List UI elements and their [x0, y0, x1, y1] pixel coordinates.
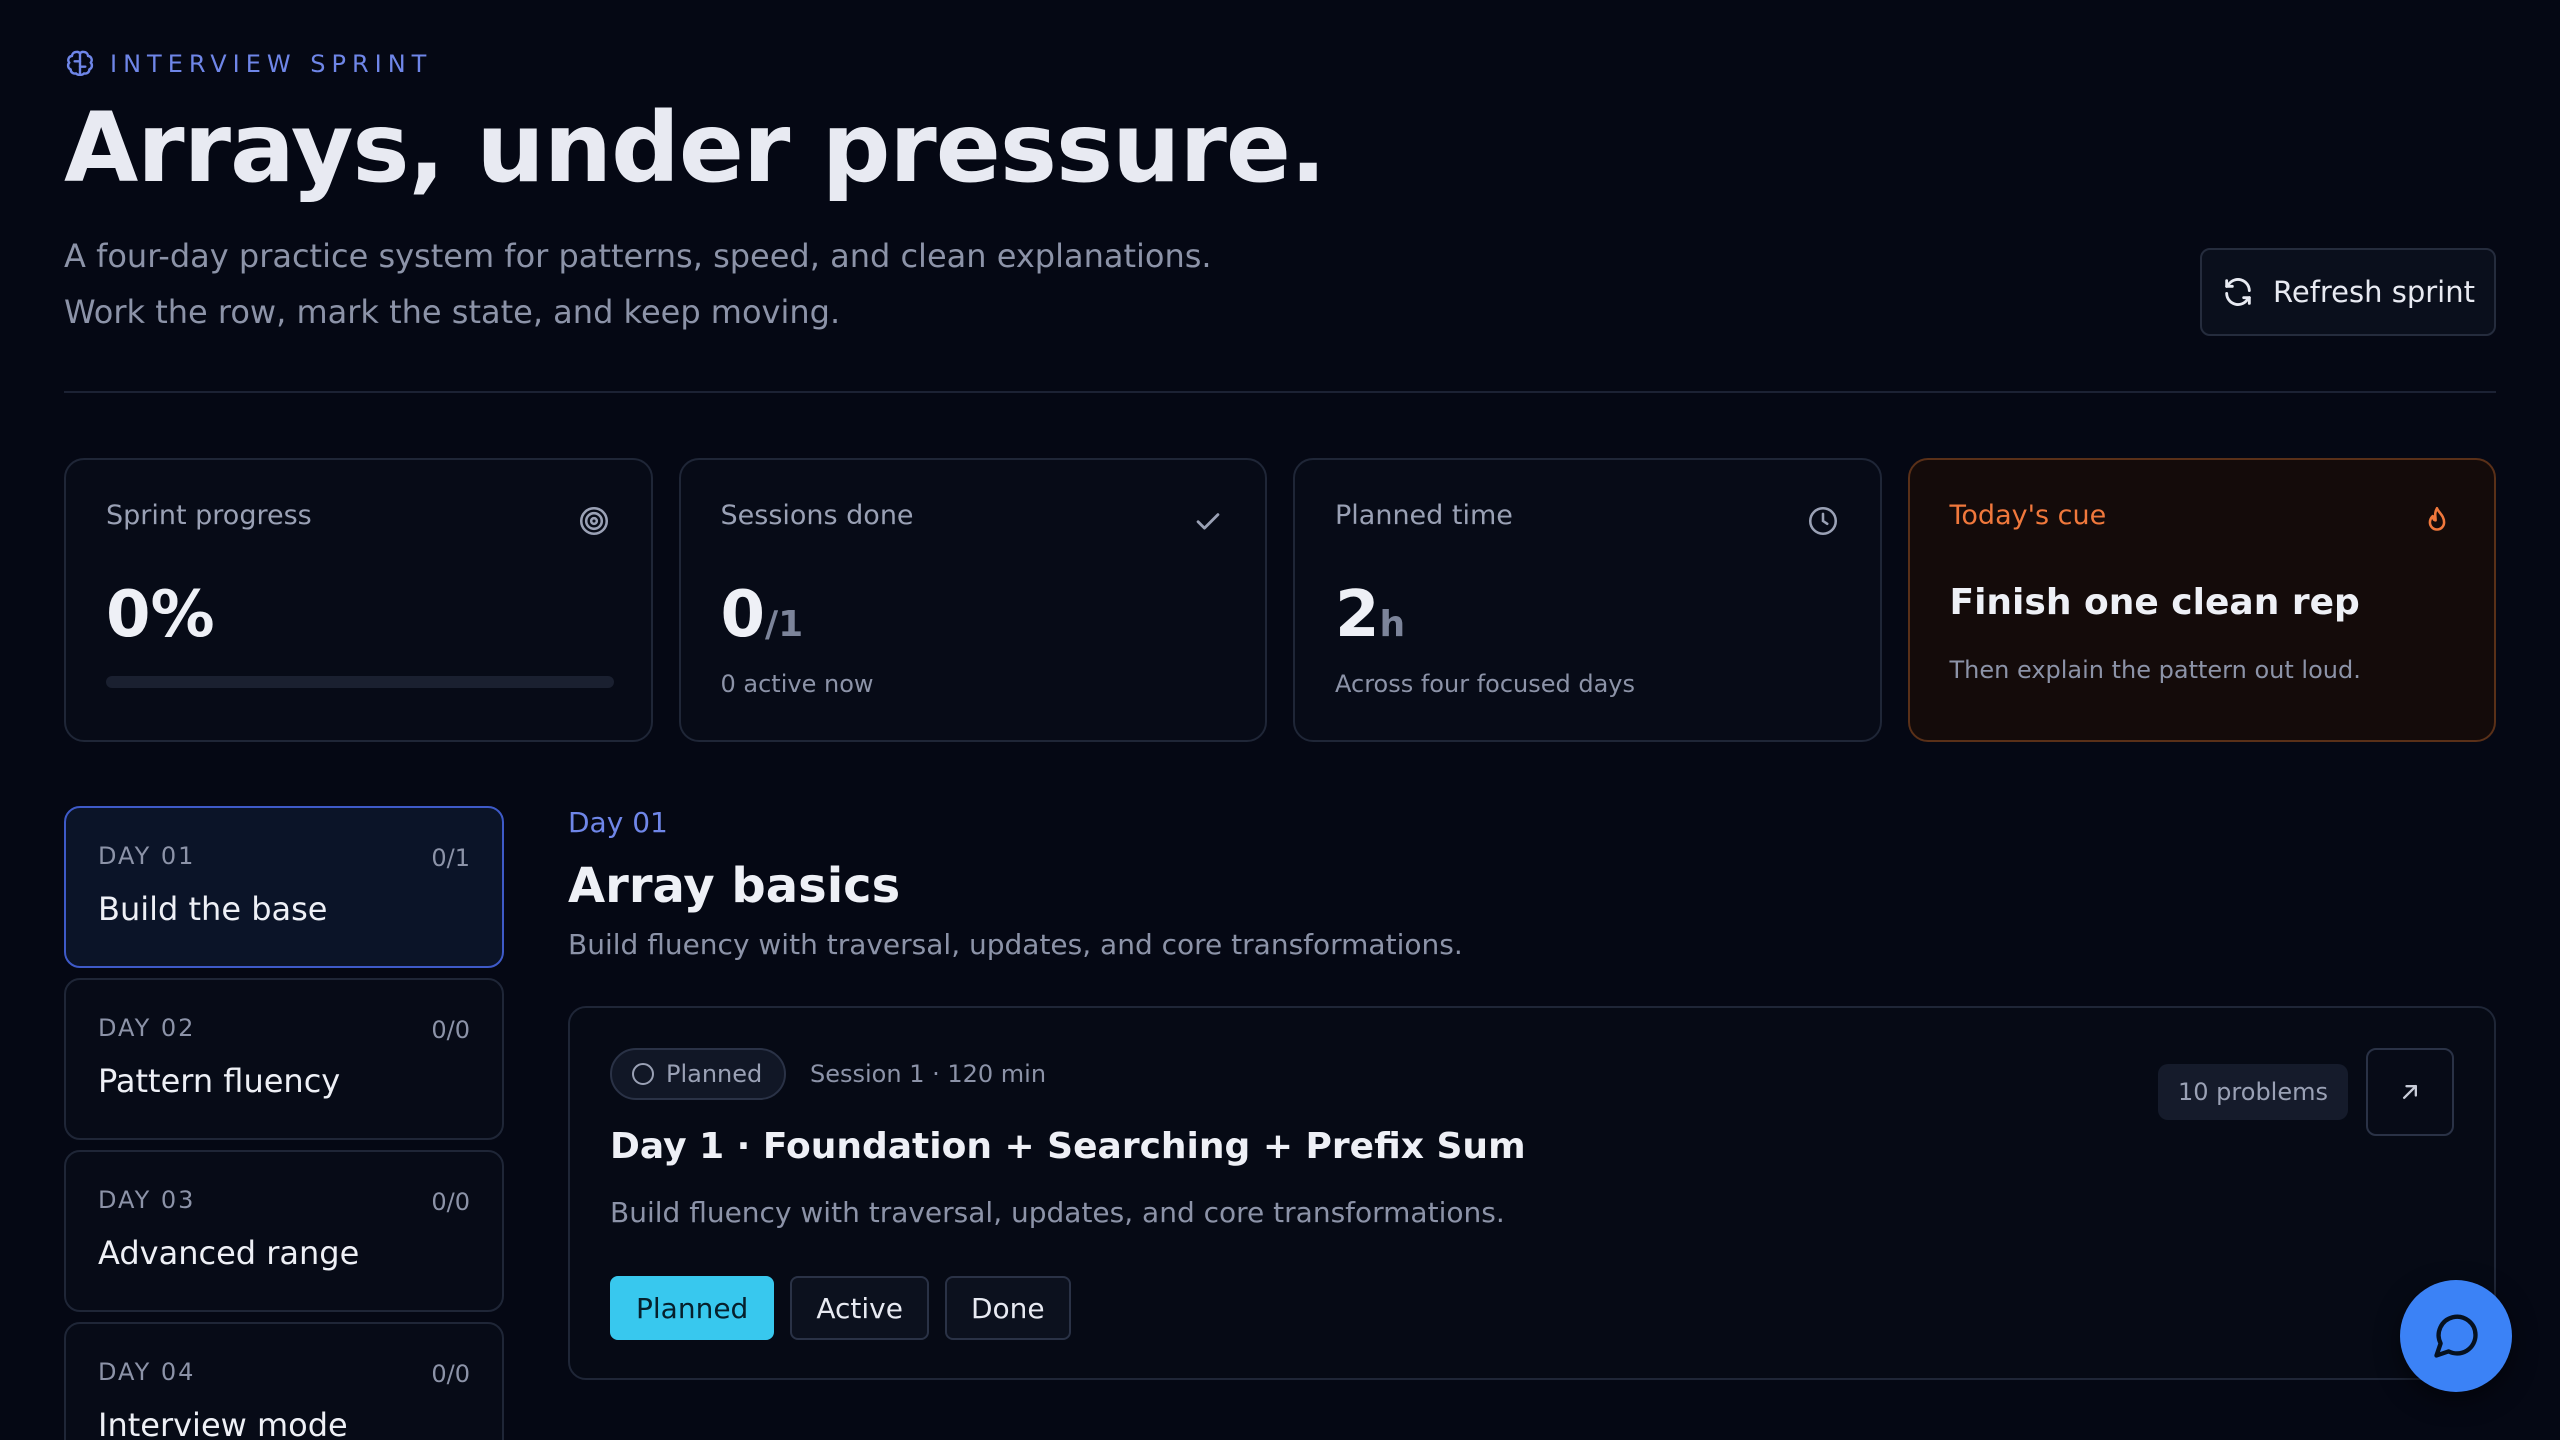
day-detail-description: Build fluency with traversal, updates, a…: [568, 928, 1463, 961]
page-subtitle: A four-day practice system for patterns,…: [64, 228, 1212, 340]
day-label: DAY 04: [98, 1358, 196, 1386]
planned-hours: 2: [1335, 578, 1380, 652]
target-icon: [579, 506, 608, 536]
stat-sub: 0 active now: [720, 670, 874, 698]
day-item-04[interactable]: DAY 04 0/0 Interview mode: [64, 1322, 504, 1440]
day-label: DAY 02: [98, 1014, 196, 1042]
day-count: 0/0: [431, 1016, 470, 1044]
stat-card-planned-time: Planned time 2h Across four focused days: [1293, 458, 1882, 742]
progress-bar: [106, 676, 614, 688]
refresh-sprint-button[interactable]: Refresh sprint: [2200, 248, 2496, 336]
eyebrow-label: INTERVIEW SPRINT: [110, 50, 433, 78]
day-title: Interview mode: [98, 1406, 348, 1440]
day-item-02[interactable]: DAY 02 0/0 Pattern fluency: [64, 978, 504, 1140]
refresh-icon: [2225, 278, 2251, 306]
day-count: 0/1: [431, 844, 470, 872]
stat-card-sessions-done: Sessions done 0/1 0 active now: [678, 458, 1267, 742]
stat-sub: Across four focused days: [1335, 670, 1636, 698]
day-item-01[interactable]: DAY 01 0/1 Build the base: [64, 806, 504, 968]
session-meta: Session 1 · 120 min: [810, 1060, 1047, 1088]
day-detail-title: Array basics: [568, 858, 901, 914]
stat-card-sprint-progress: Sprint progress 0%: [64, 458, 653, 742]
stat-label: Sprint progress: [106, 500, 312, 531]
chat-bubble-icon: [2434, 1314, 2478, 1358]
refresh-sprint-label: Refresh sprint: [2273, 275, 2475, 309]
stat-label: Today's cue: [1949, 500, 2107, 531]
session-title: Day 1 · Foundation + Searching + Prefix …: [610, 1126, 1526, 1167]
day-detail: Day 01 Array basics Build fluency with t…: [568, 806, 2496, 1380]
chat-button[interactable]: [2400, 1280, 2512, 1392]
status-badge-label: Planned: [666, 1060, 763, 1088]
stat-card-todays-cue: Today's cue Finish one clean rep Then ex…: [1907, 458, 2496, 742]
cue-sub: Then explain the pattern out loud.: [1949, 656, 2361, 684]
arrow-up-right-icon: [2403, 1085, 2417, 1099]
planned-unit: h: [1379, 604, 1406, 645]
stat-value: 0/1: [721, 578, 804, 652]
open-session-button[interactable]: [2366, 1048, 2454, 1136]
day-count: 0/0: [431, 1360, 470, 1388]
stat-value: 0%: [106, 578, 215, 652]
day-kicker: Day 01: [568, 806, 668, 839]
day-title: Pattern fluency: [98, 1062, 341, 1100]
session-state-toggle: Planned Active Done: [610, 1276, 1071, 1340]
day-item-03[interactable]: DAY 03 0/0 Advanced range: [64, 1150, 504, 1312]
problems-count-badge: 10 problems: [2158, 1064, 2348, 1120]
clock-icon: [1808, 506, 1837, 536]
page: INTERVIEW SPRINT Arrays, under pressure.…: [64, 0, 2496, 1440]
day-title: Advanced range: [98, 1234, 360, 1272]
day-list: DAY 01 0/1 Build the base DAY 02 0/0 Pat…: [64, 806, 504, 1440]
page-title: Arrays, under pressure.: [64, 92, 1326, 204]
stat-label: Planned time: [1335, 500, 1513, 531]
day-title: Build the base: [98, 890, 328, 928]
eyebrow: INTERVIEW SPRINT: [64, 48, 432, 80]
stat-label: Sessions done: [720, 500, 914, 531]
status-badge: Planned: [610, 1048, 787, 1100]
state-planned-button[interactable]: Planned: [610, 1276, 775, 1340]
day-label: DAY 01: [98, 842, 196, 870]
subtitle-line-2: Work the row, mark the state, and keep m…: [64, 293, 841, 331]
check-icon: [1196, 513, 1220, 530]
session-description: Build fluency with traversal, updates, a…: [610, 1196, 1505, 1229]
stat-value: 2h: [1335, 578, 1405, 652]
header-divider: [64, 391, 2496, 393]
sessions-done-count: 0: [720, 578, 766, 652]
day-count: 0/0: [431, 1188, 470, 1216]
day-label: DAY 03: [98, 1186, 196, 1214]
state-active-button[interactable]: Active: [790, 1276, 929, 1340]
brain-icon: [66, 50, 94, 76]
flame-icon: [2428, 506, 2446, 531]
stats-row: Sprint progress 0% Sessions done 0/1 0 a…: [64, 458, 2496, 742]
subtitle-line-1: A four-day practice system for patterns,…: [64, 237, 1212, 275]
sessions-total: /1: [765, 604, 804, 645]
circle-icon: [632, 1063, 654, 1085]
state-done-button[interactable]: Done: [944, 1276, 1071, 1340]
cue-headline: Finish one clean rep: [1949, 582, 2360, 623]
session-card: Planned Session 1 · 120 min 10 problems …: [568, 1006, 2496, 1380]
